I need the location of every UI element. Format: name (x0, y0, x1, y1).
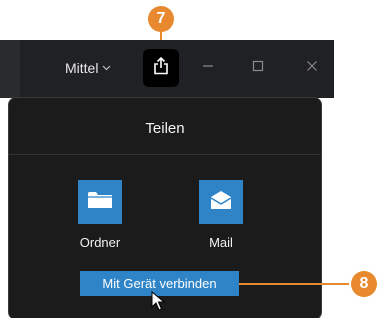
share-target-folder-label: Ordner (79, 235, 121, 250)
mail-icon (209, 190, 233, 215)
share-target-mail-label: Mail (209, 235, 233, 250)
chevron-down-icon (102, 63, 111, 73)
callout-badge-7: 7 (148, 6, 174, 32)
mouse-cursor-icon (151, 290, 166, 316)
close-button[interactable] (300, 56, 324, 80)
zoom-dropdown[interactable]: Mittel (65, 60, 111, 76)
share-panel-title: Teilen (145, 120, 185, 137)
share-target-mail[interactable]: Mail (186, 180, 256, 250)
folder-tile (78, 180, 122, 224)
maximize-icon (252, 59, 264, 77)
mail-tile (199, 180, 243, 224)
share-target-folder[interactable]: Ordner (65, 180, 135, 250)
title-bar-edge (0, 40, 20, 98)
share-icon (153, 56, 169, 80)
minimize-button[interactable] (196, 56, 220, 80)
share-panel-header: Teilen (9, 98, 321, 155)
maximize-button[interactable] (246, 56, 270, 80)
share-button[interactable] (143, 49, 179, 87)
folder-icon (87, 190, 113, 215)
callout-line-8 (239, 283, 352, 285)
zoom-dropdown-label: Mittel (65, 60, 99, 76)
callout-badge-8: 8 (351, 271, 377, 297)
close-icon (306, 59, 318, 77)
screenshot-stage: 7 Mittel Teilen Ordner Mail Mit Gerät ve… (0, 0, 379, 318)
minimize-icon (202, 59, 214, 77)
